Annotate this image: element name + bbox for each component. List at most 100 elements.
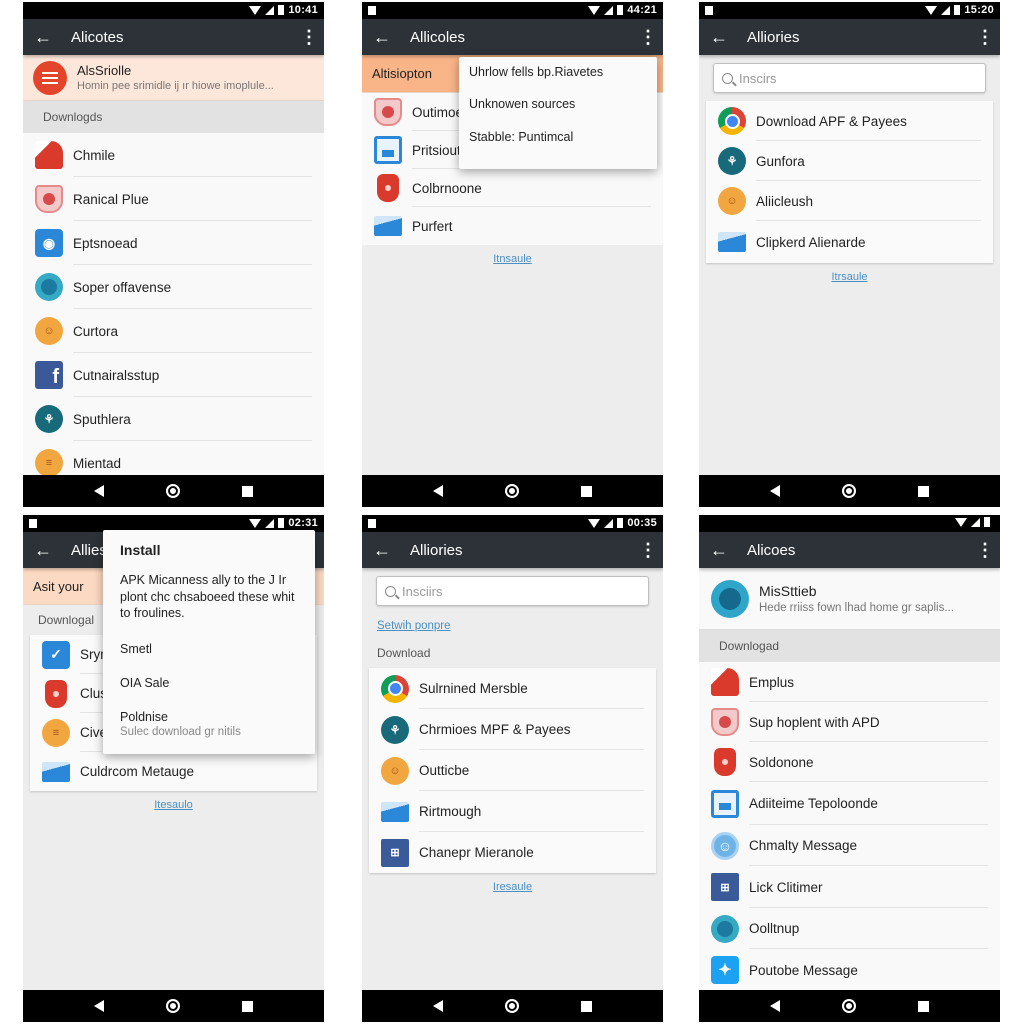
- nav-recents-icon[interactable]: [242, 1000, 253, 1012]
- list-item[interactable]: Emplus: [699, 662, 1000, 702]
- list-item[interactable]: ☺ Chmalty Message: [699, 825, 1000, 866]
- signal-icon: [265, 5, 275, 15]
- chrome-icon: [381, 674, 409, 703]
- list-item[interactable]: Download APF & Payees: [706, 101, 993, 141]
- item-label: Aliicleush: [756, 193, 814, 209]
- list-item[interactable]: ☺ Aliicleush: [706, 181, 993, 221]
- list-item[interactable]: ☺ Outticbe: [369, 750, 656, 791]
- back-arrow-icon[interactable]: ←: [699, 27, 739, 48]
- teal-app-icon: [711, 579, 749, 618]
- list-item[interactable]: ⚘ Chrmioes MPF & Payees: [369, 709, 656, 750]
- orange-circle-icon: ☺: [381, 756, 409, 785]
- banner-title: Altisiopton: [372, 66, 432, 81]
- notification-icon: [368, 6, 376, 15]
- nav-recents-icon[interactable]: [918, 485, 929, 497]
- list-item[interactable]: Sulrnined Mersble: [369, 668, 656, 709]
- install-link[interactable]: Iresaule: [362, 873, 663, 901]
- nav-back-icon[interactable]: [94, 1000, 104, 1012]
- more-options-icon[interactable]: ⋮: [970, 27, 1000, 48]
- back-arrow-icon[interactable]: ←: [23, 540, 63, 561]
- list-item[interactable]: ⚘ Gunfora: [706, 141, 993, 181]
- more-options-icon[interactable]: ⋮: [294, 27, 324, 48]
- dialog-body: APK Micanness ally to the J Ir plont chc…: [120, 573, 295, 620]
- list-item[interactable]: Soper offavense: [23, 265, 324, 309]
- navigation-bar: [362, 990, 663, 1022]
- nav-home-icon[interactable]: [842, 999, 856, 1013]
- more-options-icon[interactable]: ⋮: [633, 540, 663, 561]
- app-bar: ← Allicoles ⋮: [362, 19, 663, 55]
- nav-home-icon[interactable]: [505, 484, 519, 498]
- search-field[interactable]: [713, 63, 986, 93]
- nav-back-icon[interactable]: [94, 485, 104, 497]
- list-item[interactable]: Chmile: [23, 133, 324, 177]
- app-bar: ← Alicoes ⋮: [699, 532, 1000, 568]
- nav-recents-icon[interactable]: [918, 1000, 929, 1012]
- app-list: Sulrnined Mersble ⚘ Chrmioes MPF & Payees…: [369, 668, 656, 873]
- more-options-icon[interactable]: ⋮: [633, 27, 663, 48]
- install-link[interactable]: Itesaulo: [23, 791, 324, 819]
- option-label: Poldnise: [120, 709, 168, 724]
- dialog-option[interactable]: OIA Sale: [103, 666, 315, 700]
- status-bar: 15:20: [699, 2, 1000, 19]
- list-item[interactable]: ⚘ Sputhlera: [23, 397, 324, 441]
- list-item[interactable]: Culdrcom Metauge: [30, 752, 317, 791]
- back-arrow-icon[interactable]: ←: [699, 540, 739, 561]
- page-title: Alliories: [747, 28, 800, 46]
- red-hat-icon: [45, 679, 67, 708]
- status-bar: 00:35: [362, 515, 663, 532]
- dark-teal-circle-icon: ⚘: [718, 147, 746, 175]
- nav-back-icon[interactable]: [770, 1000, 780, 1012]
- install-link[interactable]: Itrsaule: [699, 263, 1000, 291]
- list-item[interactable]: Sup hoplent with APD: [699, 702, 1000, 742]
- list-item[interactable]: Soldonone: [699, 742, 1000, 782]
- app-bar: ← Alicotes ⋮: [23, 19, 324, 55]
- search-field[interactable]: [376, 576, 649, 606]
- nav-home-icon[interactable]: [166, 999, 180, 1013]
- menu-item[interactable]: Stabble: Puntimcal: [459, 121, 657, 169]
- install-link[interactable]: Itnsaule: [362, 245, 663, 273]
- nav-recents-icon[interactable]: [581, 1000, 592, 1012]
- list-item[interactable]: f Cutnairalsstup: [23, 353, 324, 397]
- nav-back-icon[interactable]: [770, 485, 780, 497]
- back-arrow-icon[interactable]: ←: [23, 27, 63, 48]
- search-input[interactable]: [402, 583, 640, 599]
- list-item[interactable]: ✦ Poutobe Message: [699, 949, 1000, 991]
- nav-home-icon[interactable]: [842, 484, 856, 498]
- list-item[interactable]: ⊞ Lick Clitimer: [699, 866, 1000, 908]
- notification-banner[interactable]: AlsSriolle Homin pee srimidle ij ır hiow…: [23, 55, 324, 101]
- back-arrow-icon[interactable]: ←: [362, 540, 402, 561]
- list-item[interactable]: Clipkerd Alienarde: [706, 221, 993, 263]
- item-label: Soldonone: [749, 754, 814, 770]
- menu-item-unknown-sources[interactable]: Unknowen sources: [459, 89, 657, 121]
- battery-icon: [278, 518, 285, 528]
- menu-item[interactable]: Uhrlow fells bp.Riavetes: [459, 57, 657, 89]
- nav-home-icon[interactable]: [505, 999, 519, 1013]
- list-item[interactable]: Ranical Plue: [23, 177, 324, 221]
- back-arrow-icon[interactable]: ←: [362, 27, 402, 48]
- nav-recents-icon[interactable]: [242, 485, 253, 497]
- list-item[interactable]: Oolltnup: [699, 908, 1000, 949]
- search-input[interactable]: [739, 70, 977, 86]
- nav-back-icon[interactable]: [433, 1000, 443, 1012]
- list-item[interactable]: ⊞ Chanepr Mieranole: [369, 832, 656, 873]
- nav-home-icon[interactable]: [166, 484, 180, 498]
- dialog-option[interactable]: Poldnise Sulec download gr nitils: [103, 700, 315, 748]
- item-label: Poutobe Message: [749, 962, 858, 978]
- status-bar: [699, 515, 1000, 532]
- dialog-option[interactable]: Smetl: [103, 632, 315, 666]
- settings-link[interactable]: Setwih ponpre: [362, 614, 663, 638]
- status-time: 00:35: [627, 517, 657, 529]
- phone-screen-1: 10:41 ← Alicotes ⋮ AlsSriolle Homin pee …: [23, 2, 324, 507]
- more-options-icon[interactable]: ⋮: [970, 540, 1000, 561]
- list-item[interactable]: Colbrnoone: [362, 169, 663, 207]
- item-label: Lick Clitimer: [749, 879, 823, 895]
- list-item[interactable]: Purfert: [362, 207, 663, 245]
- featured-app-header[interactable]: MisSttieb Hede rriiss fown lhad home gr …: [699, 568, 1000, 630]
- nav-back-icon[interactable]: [433, 485, 443, 497]
- list-item[interactable]: ◉ Eptsnoead: [23, 221, 324, 265]
- wifi-icon: [925, 5, 938, 15]
- list-item[interactable]: Adiiteime Tepoloonde: [699, 782, 1000, 825]
- nav-recents-icon[interactable]: [581, 485, 592, 497]
- list-item[interactable]: Rirtmough: [369, 791, 656, 832]
- list-item[interactable]: ☺ Curtora: [23, 309, 324, 353]
